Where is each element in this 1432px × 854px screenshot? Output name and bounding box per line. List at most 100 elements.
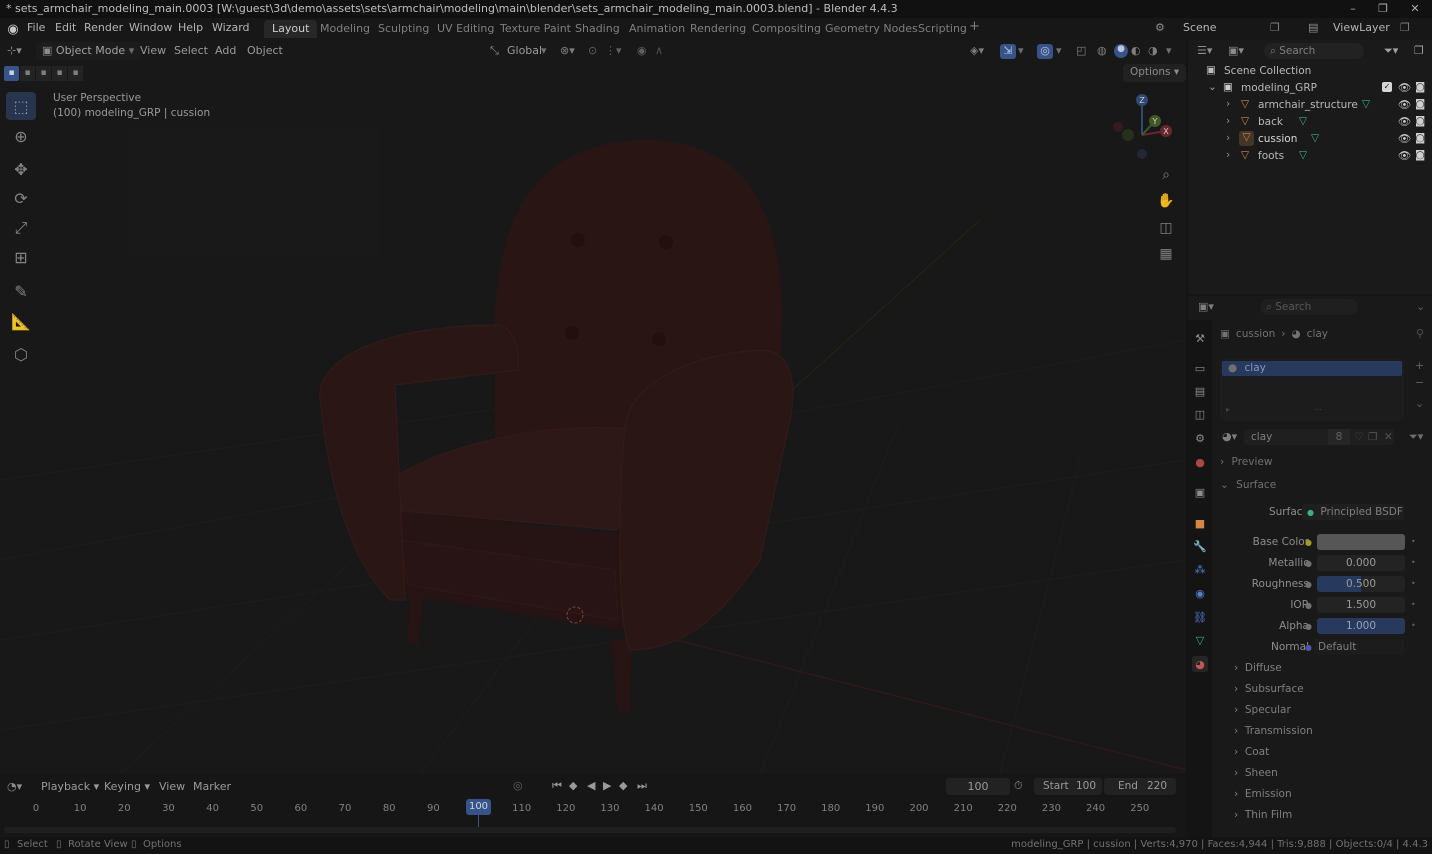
outliner-row-object-active[interactable]: › ▽ cussion ▽ 👁 ◙ (1188, 131, 1432, 148)
surface-shader-field[interactable]: ● Principled BSDF (1302, 504, 1404, 520)
tab-layout[interactable]: Layout (264, 20, 318, 38)
properties-editor-type-icon[interactable]: ▣▾ (1198, 300, 1214, 313)
snap-icon[interactable]: ⊙ (588, 44, 597, 57)
menu-render[interactable]: Render (84, 21, 123, 34)
subpanel-sheen[interactable]: › Sheen (1234, 767, 1278, 779)
visibility-selector-icon[interactable]: ◈▾ (970, 44, 984, 57)
camera-view-icon[interactable]: ◫ (1155, 217, 1177, 239)
select-invert-icon[interactable]: ▪ (52, 65, 67, 81)
outliner-search-input[interactable]: ⌕ Search (1264, 43, 1364, 59)
chevron-right-icon[interactable]: › (1226, 98, 1230, 110)
add-slot-icon[interactable]: + (1415, 359, 1424, 372)
filter-icon[interactable]: ⏷▾ (1384, 44, 1398, 58)
mesh-data-icon[interactable]: ▽ (1311, 132, 1319, 144)
menu-file[interactable]: File (27, 21, 45, 34)
output-tab-icon[interactable]: ▤ (1192, 383, 1208, 399)
chevron-down-icon[interactable]: ⌄ (1208, 81, 1217, 93)
socket-icon[interactable]: ● (1305, 643, 1312, 652)
viewport-menu-select[interactable]: Select (174, 44, 208, 57)
scene-tab-icon[interactable]: ⚙ (1192, 430, 1208, 446)
view-layer-tab-icon[interactable]: ◫ (1192, 406, 1208, 422)
menu-edit[interactable]: Edit (55, 21, 76, 34)
measure-tool-icon[interactable]: 📐 (6, 307, 36, 335)
socket-icon[interactable]: ● (1305, 580, 1312, 589)
constraints-tab-icon[interactable]: ⛓ (1192, 609, 1208, 625)
chevron-right-icon[interactable]: › (1226, 149, 1230, 161)
add-cube-tool-icon[interactable]: ⬡ (6, 340, 36, 368)
editor-type-icon[interactable]: ⊹▾ (7, 44, 22, 57)
outliner-row-scene-collection[interactable]: ▣ Scene Collection (1188, 63, 1432, 80)
menu-help[interactable]: Help (178, 21, 203, 34)
socket-icon[interactable]: ● (1305, 601, 1312, 610)
subpanel-subsurface[interactable]: › Subsurface (1234, 683, 1304, 695)
render-camera-icon[interactable]: ◙ (1415, 149, 1425, 161)
overlays-toggle-icon[interactable]: ◎ (1037, 44, 1053, 59)
select-extend-icon[interactable]: ▪ (20, 65, 35, 81)
tab-scripting[interactable]: Scripting (910, 20, 975, 38)
socket-icon[interactable]: ● (1305, 538, 1312, 547)
mesh-data-icon[interactable]: ▽ (1362, 98, 1370, 110)
mode-dropdown[interactable]: ▣ Object Mode ▾ (36, 42, 141, 60)
roughness-field[interactable]: 0.500 (1317, 576, 1405, 592)
keyframe-dot-icon[interactable]: • (1411, 600, 1416, 609)
close-icon[interactable]: ✕ (1408, 1, 1422, 15)
properties-search-input[interactable]: ⌕ Search (1260, 299, 1358, 315)
ior-field[interactable]: 1.500 (1317, 597, 1405, 613)
solid-shading-icon[interactable]: ● (1114, 44, 1128, 58)
new-collection-icon[interactable]: ❐ (1414, 44, 1424, 57)
fake-user-icon[interactable]: ♡ (1354, 429, 1363, 445)
xray-toggle-icon[interactable]: ◰ (1076, 44, 1086, 57)
cursor-tool-icon[interactable]: ⊕ (6, 122, 36, 150)
browse-material-icon[interactable]: ◕▾ (1222, 430, 1237, 443)
navigation-gizmo[interactable]: Z Y X (1113, 94, 1172, 159)
tool-tab-icon[interactable]: ⚒ (1192, 330, 1208, 346)
subpanel-thin-film[interactable]: › Thin Film (1234, 809, 1292, 821)
scale-tool-icon[interactable]: ⤢ (6, 214, 36, 242)
visibility-eye-icon[interactable]: 👁 (1398, 98, 1411, 111)
view-layer-icon[interactable]: ▤ (1308, 21, 1318, 34)
remove-slot-icon[interactable]: − (1415, 376, 1424, 389)
tab-shading[interactable]: Shading (567, 20, 628, 38)
viewport-canvas[interactable]: Z Y X (0, 40, 1186, 774)
select-new-icon[interactable]: ▪ (4, 65, 19, 81)
world-tab-icon[interactable]: ● (1192, 454, 1208, 470)
mesh-data-icon[interactable]: ▽ (1299, 115, 1307, 127)
3d-viewport[interactable]: Z Y X User Perspective (100) modeling_GR… (0, 40, 1186, 774)
keyframe-dot-icon[interactable]: • (1411, 579, 1416, 588)
visibility-eye-icon[interactable]: 👁 (1398, 81, 1411, 94)
gizmo-toggle-icon[interactable]: ⇲ (1000, 44, 1016, 59)
proportional-falloff-icon[interactable]: ∧ (655, 44, 663, 57)
new-scene-icon[interactable]: ❐ (1270, 21, 1280, 34)
transform-tool-icon[interactable]: ⊞ (6, 243, 36, 271)
viewport-menu-add[interactable]: Add (215, 44, 236, 57)
subpanel-coat[interactable]: › Coat (1234, 746, 1269, 758)
select-subtract-icon[interactable]: ▪ (36, 65, 51, 81)
blender-logo-icon[interactable]: ◉ (5, 21, 21, 37)
normal-field[interactable]: Default (1314, 639, 1404, 655)
outliner-row-object[interactable]: › ▽ back ▽ 👁 ◙ (1188, 114, 1432, 131)
options-dropdown[interactable]: Options ▾ (1123, 64, 1187, 82)
rendered-shading-icon[interactable]: ◑ (1148, 44, 1158, 57)
render-camera-icon[interactable]: ◙ (1415, 115, 1425, 127)
unlink-icon[interactable]: ✕ (1384, 429, 1393, 445)
perspective-toggle-icon[interactable]: ▦ (1155, 243, 1177, 265)
user-count[interactable]: 8 (1328, 429, 1350, 445)
proportional-edit-icon[interactable]: ◉ (637, 44, 647, 57)
slot-specials-icon[interactable]: ⌄ (1415, 397, 1424, 410)
panel-surface-header[interactable]: ⌄ Surface (1220, 479, 1430, 495)
select-box-tool-icon[interactable]: ⬚ (6, 92, 36, 120)
keyframe-dot-icon[interactable]: • (1411, 558, 1416, 567)
list-expand-icon[interactable]: ▸ (1226, 405, 1230, 414)
display-mode-icon[interactable]: ▣▾ (1228, 44, 1244, 57)
metallic-field[interactable]: 0.000 (1317, 555, 1405, 571)
duplicate-icon[interactable]: ❐ (1368, 429, 1377, 445)
move-tool-icon[interactable]: ✥ (6, 155, 36, 183)
filter-icon[interactable]: ⏷▾ (1409, 430, 1423, 444)
pivot-point-icon[interactable]: ⊗▾ (560, 44, 575, 57)
gizmo-neg-x-axis[interactable] (1113, 122, 1123, 132)
transform-orientation-dropdown[interactable]: Global (507, 44, 542, 57)
new-view-layer-icon[interactable]: ❐ (1400, 21, 1410, 34)
keyframe-dot-icon[interactable]: • (1411, 621, 1416, 630)
pin-icon[interactable]: ⚲ (1416, 327, 1424, 340)
chevron-right-icon[interactable]: › (1226, 132, 1230, 144)
